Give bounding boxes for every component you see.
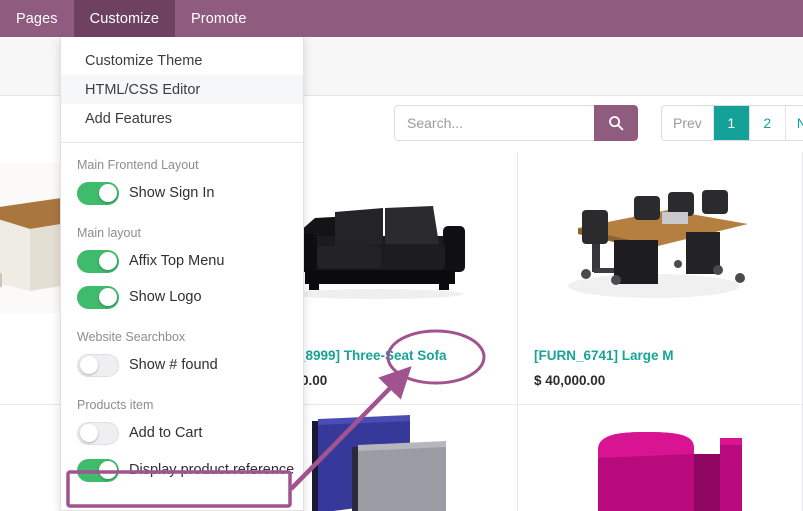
product-image [518, 160, 802, 315]
toggle-row-show-num-found[interactable]: Show # found [61, 347, 303, 383]
product-name[interactable]: [FURN_6741] Large M [534, 348, 674, 363]
toggle-row-add-to-cart[interactable]: Add to Cart [61, 415, 303, 451]
menu-item-html-css-editor[interactable]: HTML/CSS Editor [61, 75, 303, 104]
top-menu-bar: Pages Customize Promote [0, 0, 803, 37]
top-menu-pages[interactable]: Pages [0, 0, 74, 37]
search-input[interactable] [394, 105, 594, 141]
meeting-table-image [558, 167, 748, 308]
toggle-knob [80, 424, 98, 442]
toggle-knob [99, 461, 117, 479]
toggle-switch-add-to-cart[interactable] [77, 421, 119, 445]
search-box[interactable] [394, 105, 638, 141]
section-title-website-searchbox: Website Searchbox [77, 330, 186, 344]
toggle-row-show-sign-in[interactable]: Show Sign In [61, 175, 303, 211]
product-cell[interactable] [518, 405, 803, 511]
toggle-switch-show-sign-in[interactable] [77, 181, 119, 205]
toggle-row-affix-top-menu[interactable]: Affix Top Menu [61, 243, 303, 279]
section-title-main-layout: Main layout [77, 226, 141, 240]
pagination-next[interactable]: Ne [785, 106, 803, 140]
search-icon [609, 116, 624, 131]
blue-gray-panels-image [311, 415, 446, 511]
toggle-label-show-logo: Show Logo [129, 289, 202, 305]
toggle-label-add-to-cart: Add to Cart [129, 425, 203, 441]
customize-dropdown-menu: Customize Theme HTML/CSS Editor Add Feat… [60, 37, 304, 511]
toggle-label-display-product-reference: Display product reference [129, 462, 295, 478]
pagination-prev[interactable]: Prev [662, 106, 714, 140]
magenta-sofa-image [598, 432, 742, 511]
section-title-main-frontend-layout: Main Frontend Layout [77, 158, 199, 172]
toggle-switch-affix-top-menu[interactable] [77, 249, 119, 273]
menu-item-customize-theme[interactable]: Customize Theme [61, 46, 303, 75]
toggle-switch-display-product-reference[interactable] [77, 458, 119, 482]
toggle-knob [80, 356, 98, 374]
toggle-label-show-sign-in: Show Sign In [129, 185, 215, 201]
top-menu-promote[interactable]: Promote [175, 0, 263, 37]
product-image [518, 423, 802, 511]
page-root: ent Box [0, 0, 803, 511]
toggle-label-affix-top-menu: Affix Top Menu [129, 253, 225, 269]
toggle-label-show-num-found: Show # found [129, 357, 218, 373]
toggle-switch-show-logo[interactable] [77, 285, 119, 309]
product-price: $ 40,000.00 [534, 373, 606, 388]
section-title-products-item: Products item [77, 398, 154, 412]
product-cell[interactable]: [FURN_6741] Large M $ 40,000.00 [518, 152, 803, 405]
top-menu-customize[interactable]: Customize [73, 0, 176, 37]
toggle-row-show-logo[interactable]: Show Logo [61, 279, 303, 315]
menu-divider [61, 142, 303, 143]
menu-item-add-features[interactable]: Add Features [61, 104, 303, 133]
toggle-knob [99, 184, 117, 202]
pagination-page-2[interactable]: 2 [749, 106, 786, 140]
pagination: Prev 1 2 Ne [661, 105, 803, 141]
toggle-knob [99, 252, 117, 270]
toggle-knob [99, 288, 117, 306]
toggle-switch-show-num-found[interactable] [77, 353, 119, 377]
search-button[interactable] [594, 105, 638, 141]
pagination-page-1[interactable]: 1 [713, 106, 750, 140]
toggle-row-display-product-reference[interactable]: Display product reference [61, 451, 303, 489]
